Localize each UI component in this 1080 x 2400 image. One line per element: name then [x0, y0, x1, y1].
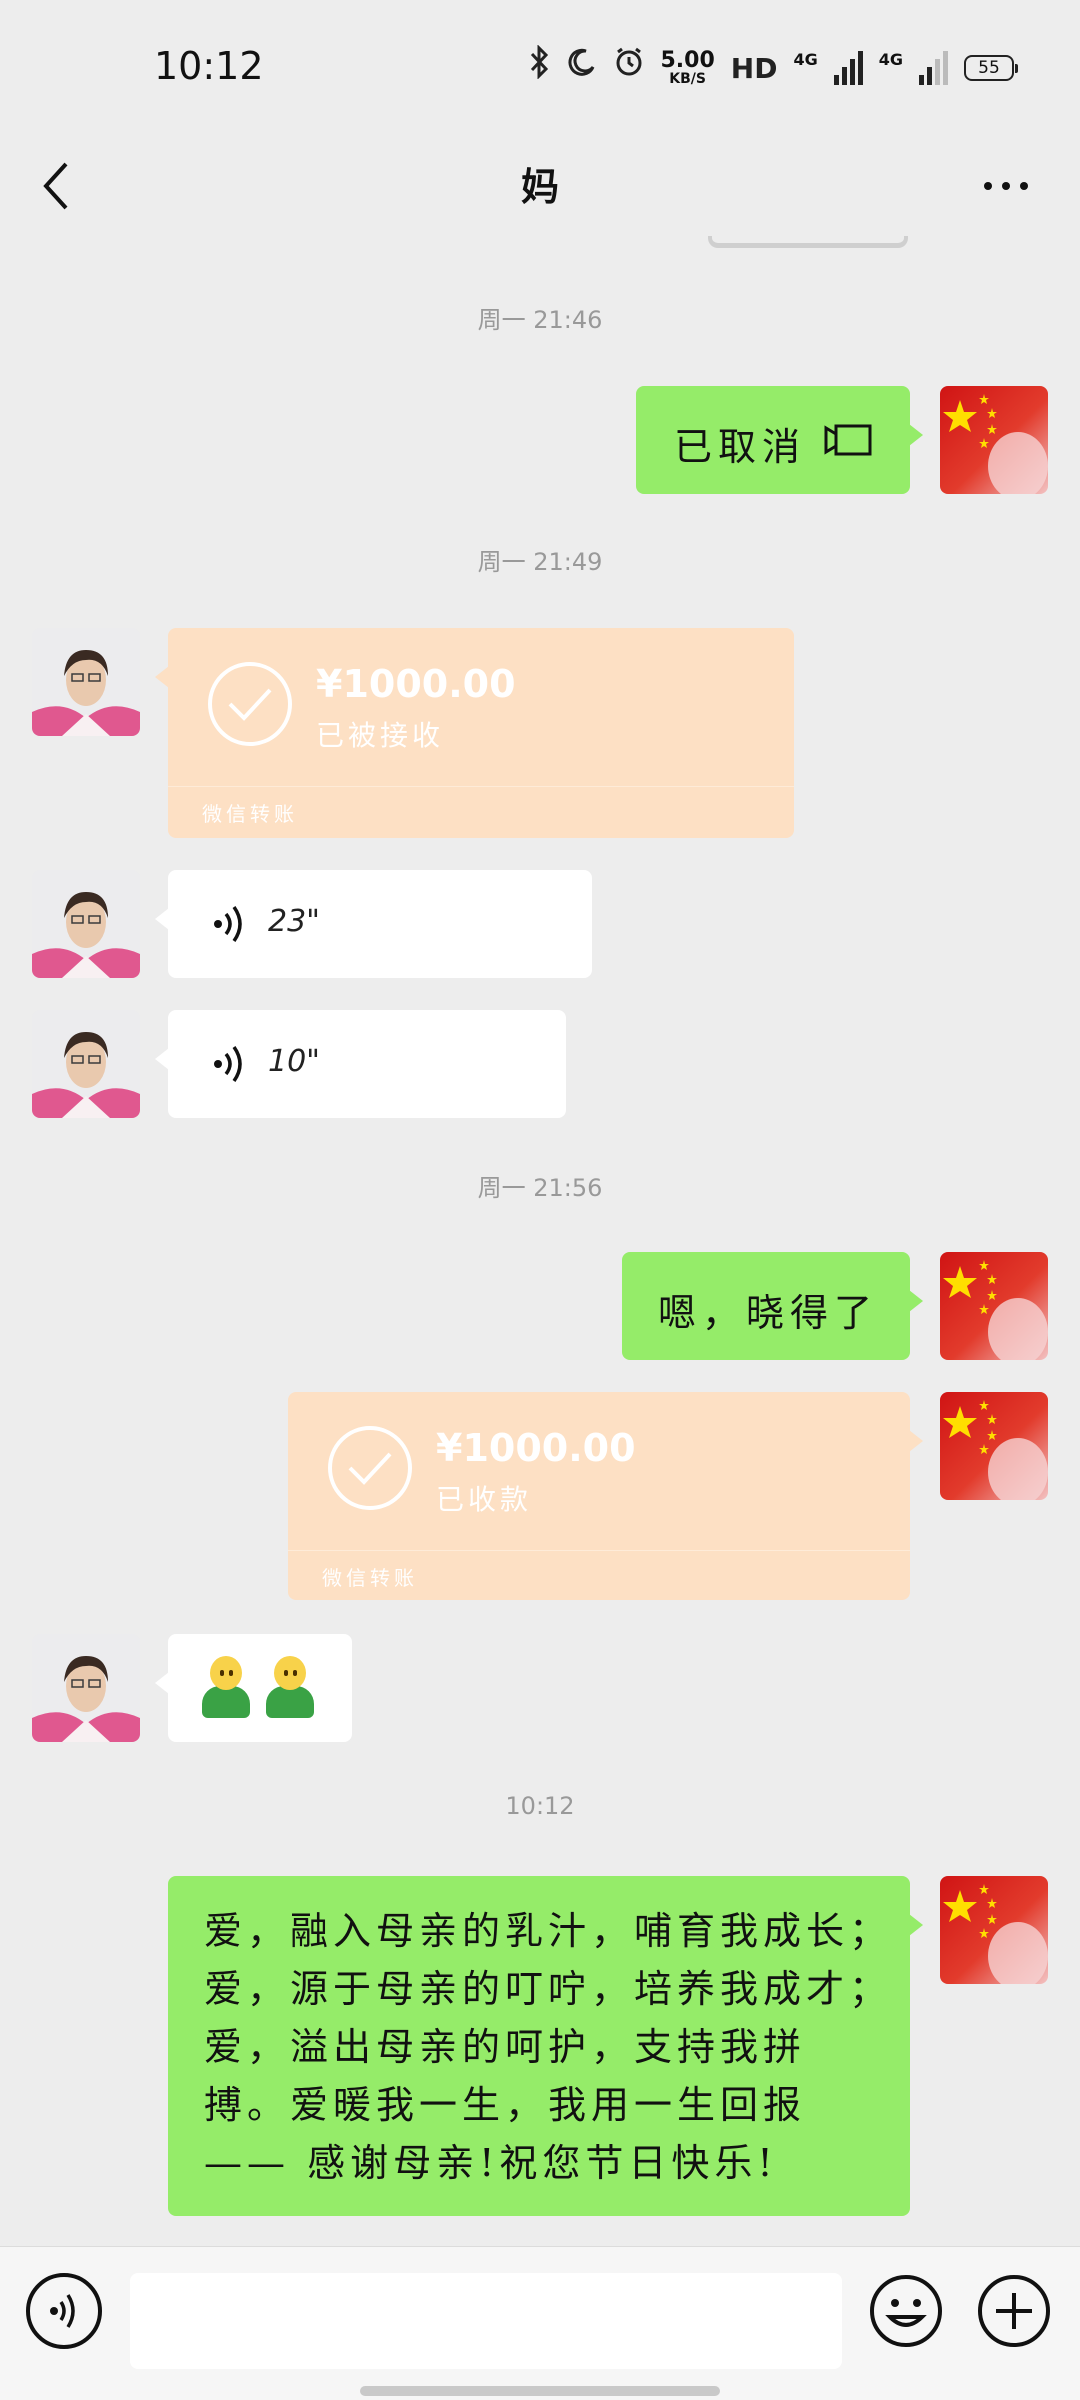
network-speed: 5.00 KB/S [660, 48, 715, 87]
voice-input-button[interactable] [26, 2273, 102, 2349]
my-avatar[interactable] [940, 1876, 1048, 1984]
home-indicator[interactable] [360, 2386, 720, 2396]
network-speed-value: 5.00 [660, 48, 715, 73]
voice-wave-icon [212, 1042, 248, 1086]
text-message[interactable]: 爱，融入母亲的乳汁，哺育我成长； 爱，源于母亲的叮咛，培养我成才； 爱，溢出母亲… [168, 1876, 923, 2216]
message-text: 爱，融入母亲的乳汁，哺育我成长； 爱，源于母亲的叮咛，培养我成才； 爱，溢出母亲… [204, 1909, 893, 2185]
transfer-amount: ¥1000.00 [316, 662, 516, 706]
network-type-2: 4G [878, 50, 903, 69]
transfer-footer: 微信转账 [322, 1566, 418, 1590]
more-icon[interactable] [968, 160, 1044, 212]
chat-area[interactable]: 周一 21:46 已取消 周一 21:49 ¥1000.00 已被接收 微信转账… [0, 236, 1080, 2246]
check-icon [326, 1424, 414, 1512]
alarm-icon [613, 46, 645, 91]
timestamp: 周一 21:46 [477, 306, 603, 334]
my-avatar[interactable] [940, 1392, 1048, 1500]
moon-icon [567, 46, 597, 90]
status-time: 10:12 [154, 44, 264, 88]
network-type-1: 4G [793, 50, 818, 69]
more-functions-button[interactable] [976, 2273, 1052, 2349]
person-emoji-icon [198, 1656, 254, 1720]
chat-header: 妈 [0, 136, 1080, 236]
contact-avatar[interactable] [32, 1010, 140, 1118]
message-text: 已取消 [674, 425, 807, 469]
voice-duration: 23" [268, 904, 320, 939]
transfer-footer: 微信转账 [202, 802, 298, 826]
timestamp: 周一 21:49 [477, 548, 603, 576]
check-icon [206, 660, 294, 748]
my-avatar[interactable] [940, 1252, 1048, 1360]
previous-message-edge [708, 236, 908, 248]
transfer-card[interactable]: ¥1000.00 已收款 微信转账 [288, 1392, 923, 1600]
emoji-message[interactable] [155, 1634, 352, 1742]
call-cancelled-bubble[interactable]: 已取消 [636, 386, 923, 494]
emoji-button[interactable] [868, 2273, 944, 2349]
input-bar [0, 2246, 1080, 2400]
timestamp: 周一 21:56 [477, 1174, 603, 1202]
contact-avatar[interactable] [32, 870, 140, 978]
battery-icon: 55 [964, 55, 1018, 81]
transfer-divider [168, 786, 794, 787]
signal-icon [833, 51, 863, 85]
bluetooth-icon [529, 43, 551, 92]
contact-avatar[interactable] [32, 1634, 140, 1742]
hd-label: HD [730, 51, 778, 85]
transfer-divider [288, 1550, 910, 1551]
status-icons: 5.00 KB/S HD 4G 4G 55 [529, 43, 1018, 92]
network-speed-unit: KB/S [669, 71, 706, 87]
text-message[interactable]: 嗯，晓得了 [622, 1252, 923, 1360]
timestamp: 10:12 [505, 1792, 575, 1820]
voice-message[interactable]: 10" [155, 1010, 566, 1118]
my-avatar[interactable] [940, 386, 1048, 494]
chat-title: 妈 [520, 165, 559, 209]
voice-message[interactable]: 23" [155, 870, 592, 978]
voice-icon [50, 2294, 75, 2328]
contact-avatar[interactable] [32, 628, 140, 736]
transfer-amount: ¥1000.00 [436, 1426, 636, 1470]
transfer-card[interactable]: ¥1000.00 已被接收 微信转账 [155, 628, 794, 838]
plus-icon [978, 2275, 1050, 2347]
signal-icon-2 [919, 51, 948, 85]
voice-wave-icon [212, 902, 248, 946]
smiley-icon [870, 2275, 942, 2347]
message-text: 嗯，晓得了 [658, 1291, 879, 1335]
voice-duration: 10" [268, 1044, 320, 1079]
message-input[interactable] [130, 2273, 842, 2369]
video-call-icon [822, 420, 874, 464]
status-bar: 10:12 5.00 KB/S HD 4G 4G 55 [0, 0, 1080, 136]
transfer-status: 已被接收 [316, 719, 445, 752]
transfer-status: 已收款 [436, 1483, 533, 1516]
person-emoji-icon [262, 1656, 318, 1720]
